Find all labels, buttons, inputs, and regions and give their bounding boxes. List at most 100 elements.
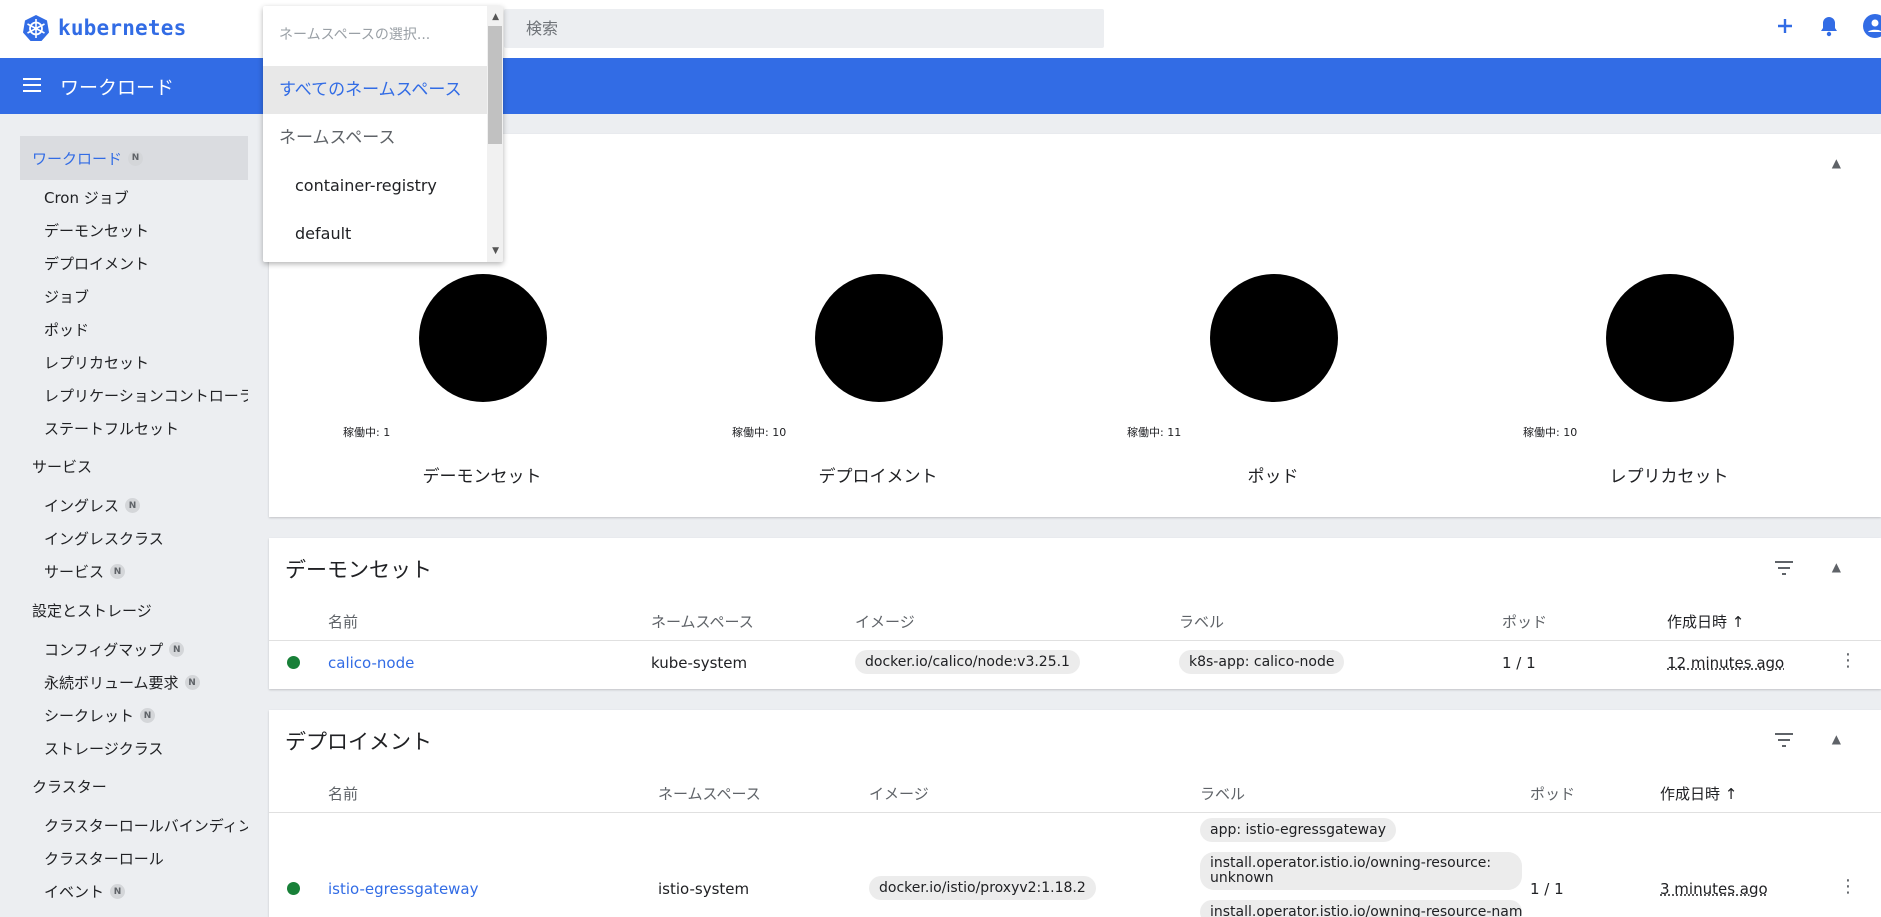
search-input[interactable] [504, 9, 1104, 48]
sidebar-item-label: デプロイメント [44, 255, 150, 273]
sidebar-item-events[interactable]: イベント N [44, 881, 126, 902]
workload-status-card: ▲ 稼働中: 1 デーモンセット 稼働中: 10 デプロイメント 稼働中: 11… [269, 134, 1881, 517]
add-icon[interactable] [1775, 16, 1795, 36]
sidebar-item-statefulsets[interactable]: ステートフルセット [44, 418, 179, 439]
sidebar-group-config-storage[interactable]: 設定とストレージ [32, 600, 152, 621]
column-header-namespace[interactable]: ネームスペース [651, 611, 754, 632]
namespace-option-all[interactable]: すべてのネームスペース [263, 66, 487, 114]
column-header-labels: ラベル [1200, 785, 1246, 803]
image-chip: docker.io/calico/node:v3.25.1 [855, 650, 1080, 674]
column-header-created[interactable]: 作成日時 ↑ [1660, 783, 1737, 804]
account-icon[interactable] [1863, 14, 1881, 38]
namespace-dropdown[interactable]: ネームスペースの選択... すべてのネームスペース ネームスペース contai… [263, 6, 503, 262]
deployments-card: デプロイメント ▲ 名前 ネームスペース イメージ ラベル ポッド 作成日時 ↑… [269, 710, 1881, 917]
sidebar-item-cronjobs[interactable]: Cron ジョブ [44, 187, 129, 208]
sidebar-item-ingresses[interactable]: イングレス N [44, 495, 141, 516]
daemonsets-card: デーモンセット ▲ 名前 ネームスペース イメージ ラベル ポッド 作成日時 ↑… [269, 538, 1881, 689]
daemonset-running-count: 稼働中: 1 [343, 426, 391, 439]
sidebar-group-label: サービス [32, 458, 93, 476]
column-header-label: 作成日時 [1667, 613, 1728, 631]
column-header-created[interactable]: 作成日時 ↑ [1667, 611, 1744, 632]
sidebar-item-label: イングレス [44, 497, 120, 515]
scroll-up-arrow-icon[interactable]: ▲ [492, 12, 499, 22]
replicaset-running-count: 稼働中: 10 [1523, 426, 1578, 439]
sidebar-item-label: ステートフルセット [44, 420, 180, 438]
header-divider [269, 812, 1881, 813]
filter-icon[interactable] [1775, 732, 1793, 751]
sidebar-item-label: レプリカセット [44, 354, 150, 372]
namespace-filter-input[interactable]: ネームスペースの選択... [263, 6, 487, 62]
search-bar[interactable] [504, 9, 1104, 48]
sidebar-item-label: 永続ボリューム要求 [44, 674, 179, 692]
collapse-icon[interactable]: ▲ [1832, 156, 1841, 170]
namespace-group-label: ネームスペース [279, 128, 396, 148]
sidebar-item-secrets[interactable]: シークレット N [44, 705, 156, 726]
scroll-down-arrow-icon[interactable]: ▼ [492, 246, 499, 256]
sidebar-item-daemonsets[interactable]: デーモンセット [44, 220, 149, 241]
sort-ascending-icon: ↑ [1731, 613, 1745, 631]
hamburger-menu-icon[interactable] [22, 77, 42, 97]
sidebar-item-label: シークレット [44, 707, 135, 725]
deployment-name-link[interactable]: istio-egressgateway [328, 880, 479, 898]
column-header-namespace[interactable]: ネームスペース [658, 783, 761, 804]
deployment-status-chart [815, 274, 943, 402]
status-ok-icon [287, 882, 300, 895]
filter-icon[interactable] [1775, 560, 1793, 579]
sidebar-item-label: クラスターロールバインディング [44, 817, 248, 835]
sidebar-item-deployments[interactable]: デプロイメント [44, 253, 149, 274]
pods-count: 1 / 1 [1502, 654, 1536, 672]
sidebar-item-replicationcontrollers[interactable]: レプリケーションコントローラー [44, 385, 248, 406]
sidebar-group-cluster[interactable]: クラスター [32, 776, 107, 797]
namespace-scrollbar[interactable]: ▲ ▼ [487, 6, 503, 262]
image-chip: docker.io/istio/proxyv2:1.18.2 [869, 876, 1096, 900]
kubernetes-logo[interactable]: kubernetes [22, 14, 186, 42]
sidebar-item-pods[interactable]: ポッド [44, 319, 89, 340]
sidebar-item-label: ジョブ [44, 288, 90, 306]
logo-text: kubernetes [58, 16, 187, 40]
column-header-pods: ポッド [1530, 785, 1576, 803]
scrollbar-thumb[interactable] [488, 26, 502, 144]
sidebar-item-services[interactable]: サービス N [44, 561, 126, 582]
sidebar-group-label: 設定とストレージ [32, 602, 152, 620]
replicaset-status-chart [1606, 274, 1734, 402]
sidebar-item-label: Cron ジョブ [44, 189, 129, 207]
namespace-option-container-registry[interactable]: container-registry [263, 162, 487, 210]
sidebar-item-workloads[interactable]: ワークロード N [20, 136, 248, 180]
more-options-icon[interactable]: ⋮ [1839, 650, 1857, 671]
column-header-name[interactable]: 名前 [328, 783, 358, 804]
new-badge: N [110, 564, 126, 579]
sidebar-item-jobs[interactable]: ジョブ [44, 286, 89, 307]
new-badge: N [169, 642, 185, 657]
sidebar-item-label: コンフィグマップ [44, 641, 164, 659]
sidebar-item-configmaps[interactable]: コンフィグマップ N [44, 639, 185, 660]
sidebar-group-label: クラスター [32, 778, 107, 796]
more-options-icon[interactable]: ⋮ [1839, 876, 1857, 897]
pod-running-count: 稼働中: 11 [1127, 426, 1182, 439]
column-header-name[interactable]: 名前 [328, 611, 358, 632]
top-actions [1775, 14, 1881, 38]
new-badge: N [125, 498, 141, 513]
column-header-label: 作成日時 [1660, 785, 1721, 803]
deployment-running-count: 稼働中: 10 [732, 426, 787, 439]
sidebar-item-ingressclasses[interactable]: イングレスクラス [44, 528, 164, 549]
created-time: 12 minutes ago [1667, 654, 1785, 672]
column-header-labels: ラベル [1179, 613, 1225, 631]
sidebar-item-label: デーモンセット [44, 222, 150, 240]
label-chip: install.operator.istio.io/owning-resourc… [1200, 852, 1522, 890]
new-badge: N [110, 884, 126, 899]
collapse-icon[interactable]: ▲ [1832, 732, 1841, 746]
collapse-icon[interactable]: ▲ [1832, 560, 1841, 574]
sidebar-group-services[interactable]: サービス [32, 456, 92, 477]
sidebar-item-label: サービス [44, 563, 105, 581]
deployment-namespace: istio-system [658, 880, 750, 898]
notifications-bell-icon[interactable] [1819, 15, 1839, 37]
sidebar-item-clusterrolebindings[interactable]: クラスターロールバインディング [44, 815, 248, 836]
daemonset-name-link[interactable]: calico-node [328, 654, 414, 672]
label-chip: app: istio-egressgateway [1200, 818, 1396, 842]
sidebar-item-label: ストレージクラス [44, 740, 164, 758]
sidebar-item-clusterroles[interactable]: クラスターロール [44, 848, 164, 869]
sidebar-item-pvcs[interactable]: 永続ボリューム要求 N [44, 672, 200, 693]
sidebar-item-replicasets[interactable]: レプリカセット [44, 352, 149, 373]
sidebar-item-storageclasses[interactable]: ストレージクラス [44, 738, 163, 759]
namespace-option-default[interactable]: default [263, 210, 487, 258]
